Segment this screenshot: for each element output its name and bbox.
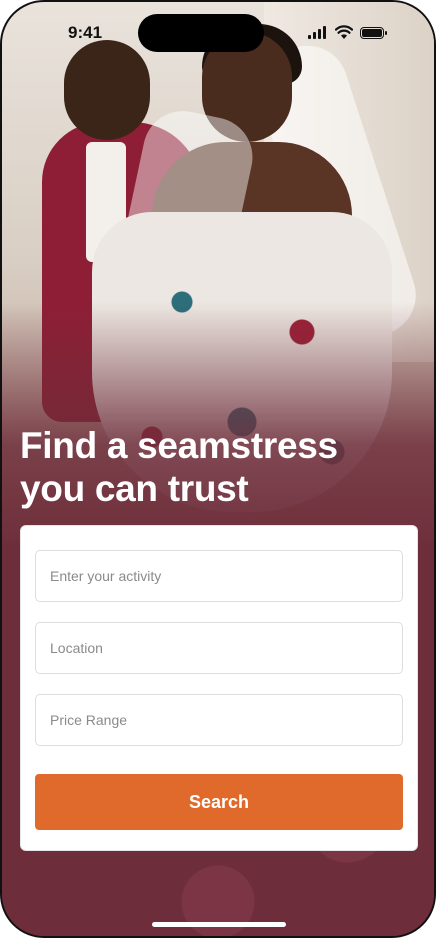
wifi-icon bbox=[335, 25, 353, 39]
cellular-signal-icon bbox=[308, 26, 328, 39]
price-range-input[interactable] bbox=[35, 694, 403, 746]
search-card: Search bbox=[20, 525, 418, 851]
headline-line-1: Find a seamstress bbox=[20, 425, 338, 466]
activity-input[interactable] bbox=[35, 550, 403, 602]
hero-headline: Find a seamstress you can trust bbox=[20, 424, 420, 510]
status-time: 9:41 bbox=[68, 23, 103, 42]
dynamic-island bbox=[138, 14, 264, 52]
home-indicator[interactable] bbox=[152, 922, 286, 927]
location-input[interactable] bbox=[35, 622, 403, 674]
headline-line-2: you can trust bbox=[20, 468, 249, 509]
search-button[interactable]: Search bbox=[35, 774, 403, 830]
battery-icon bbox=[360, 27, 387, 39]
phone-frame: 9:41 Find a seamstress you can trust Sea… bbox=[0, 0, 436, 938]
status-bar: 9:41 bbox=[2, 2, 434, 56]
